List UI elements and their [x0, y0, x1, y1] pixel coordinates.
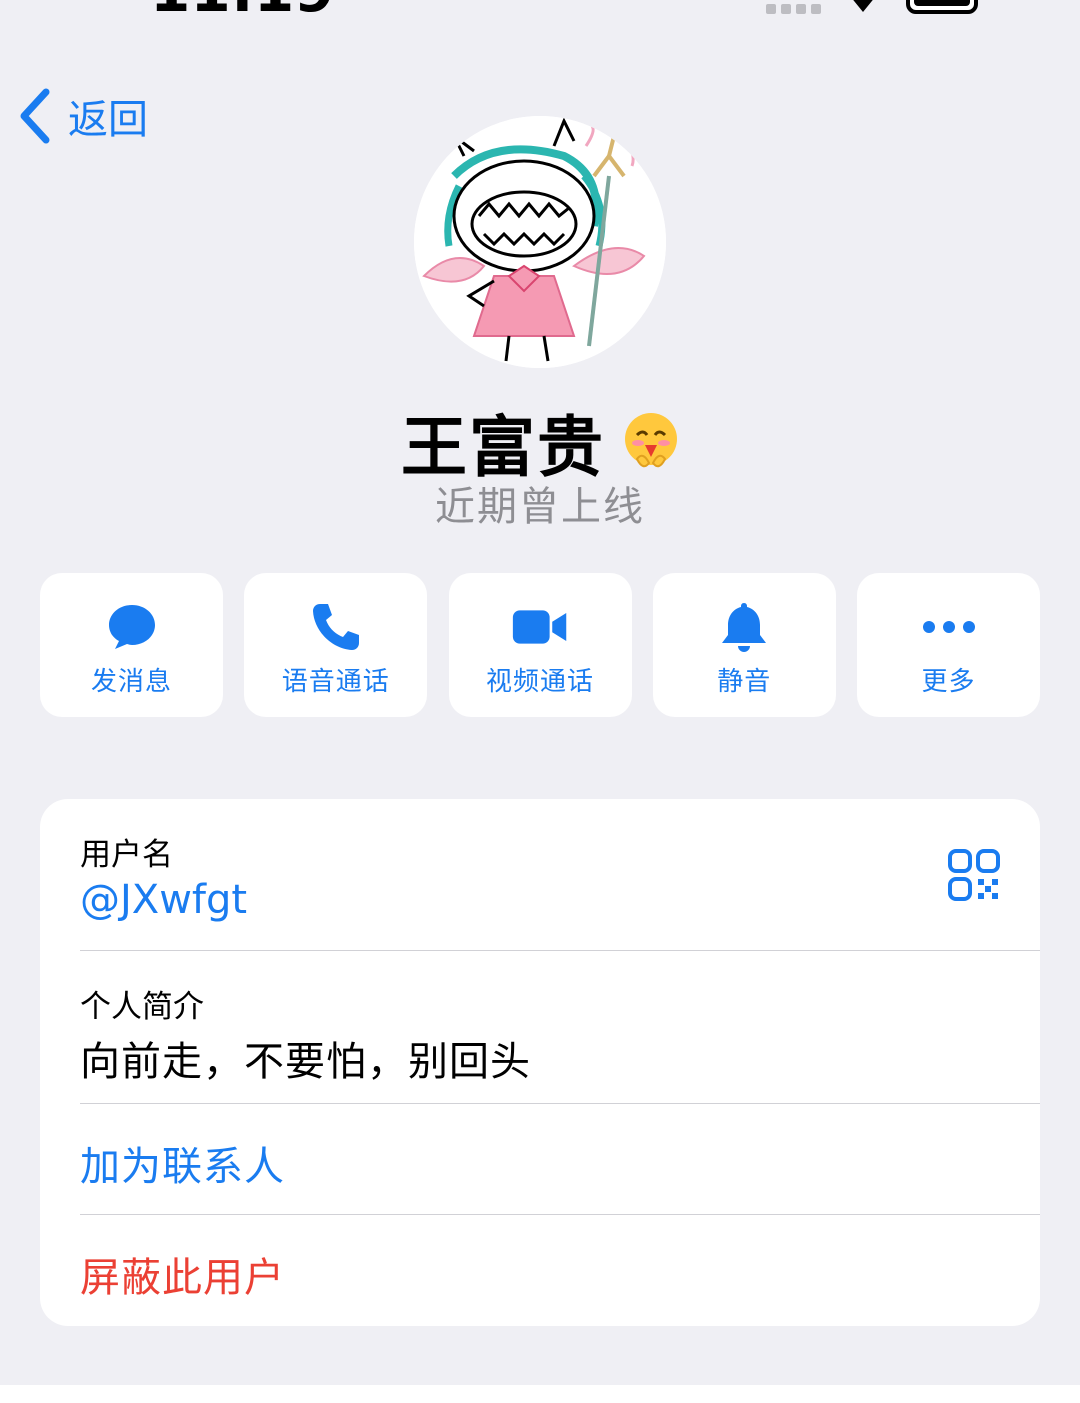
- video-call-button[interactable]: 视频通话: [448, 573, 632, 717]
- qr-code-icon[interactable]: [948, 849, 1000, 901]
- more-button-label: 更多: [921, 667, 976, 697]
- bottom-band: [0, 1385, 1080, 1403]
- message-button[interactable]: 发消息: [40, 573, 223, 717]
- status-bar: 11:19: [0, 0, 1080, 40]
- block-user-button[interactable]: 屏蔽此用户: [80, 1245, 285, 1303]
- cellular-signal-icon: [766, 4, 821, 14]
- username-row[interactable]: 用户名 @JXwfgt: [80, 799, 1040, 951]
- battery-icon: [906, 0, 978, 14]
- voice-call-button[interactable]: 语音通话: [244, 573, 428, 717]
- bell-icon: [722, 603, 767, 652]
- wifi-icon: [853, 0, 873, 12]
- phone-icon: [312, 604, 359, 650]
- username-label: 用户名: [80, 837, 173, 873]
- voice-call-button-label: 语音通话: [281, 667, 390, 697]
- back-label: 返回: [68, 97, 148, 143]
- add-contact-button[interactable]: 加为联系人: [80, 1134, 285, 1192]
- block-user-row[interactable]: 屏蔽此用户: [80, 1215, 1040, 1326]
- message-button-label: 发消息: [90, 667, 172, 697]
- profile-info-card: 用户名 @JXwfgt 个人简介 向前走，不要怕，别回头 加为联系人 屏蔽此用户: [40, 799, 1040, 1326]
- avatar-drawing: [414, 116, 666, 368]
- mute-button[interactable]: 静音: [652, 573, 836, 717]
- username-value[interactable]: @JXwfgt: [80, 877, 247, 923]
- add-contact-row[interactable]: 加为联系人: [80, 1104, 1040, 1215]
- pleading-face-emoji-icon: [625, 413, 677, 468]
- bio-label: 个人简介: [80, 989, 204, 1025]
- chevron-left-icon: [20, 88, 50, 144]
- bio-row: 个人简介 向前走，不要怕，别回头: [80, 951, 1040, 1104]
- status-time: 11:19: [150, 0, 335, 20]
- avatar[interactable]: [414, 116, 666, 368]
- bio-value: 向前走，不要怕，别回头: [80, 1039, 531, 1085]
- more-button[interactable]: 更多: [857, 573, 1040, 717]
- ellipsis-icon: [922, 621, 975, 633]
- chat-bubble-icon: [108, 605, 155, 649]
- action-bar: 发消息 语音通话 视频通话 静音 更多: [40, 573, 1040, 717]
- back-button[interactable]: 返回: [18, 86, 148, 146]
- video-call-button-label: 视频通话: [485, 667, 594, 697]
- mute-button-label: 静音: [717, 667, 772, 697]
- last-seen-status: 近期曾上线: [435, 484, 645, 530]
- video-camera-icon: [512, 610, 567, 644]
